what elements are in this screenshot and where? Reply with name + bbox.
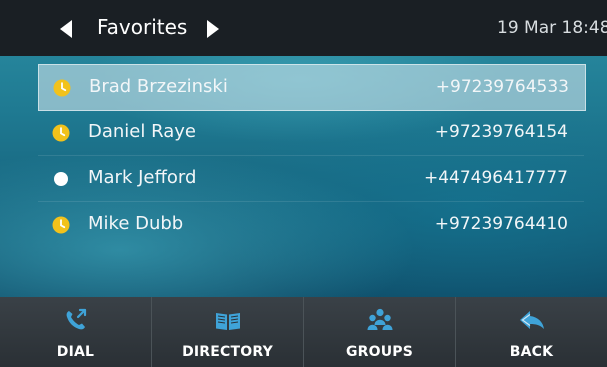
header-bar: Favorites 19 Mar 18:48: [0, 0, 607, 56]
contact-number: +97239764410: [434, 214, 568, 234]
softkey-toolbar: DIAL DIRECTORY GROUPS BACK: [0, 297, 607, 367]
clock-icon: [52, 124, 70, 142]
book-icon: [215, 313, 240, 330]
directory-button[interactable]: DIRECTORY: [152, 297, 304, 367]
clock-icon: [53, 79, 71, 97]
favorite-row[interactable]: Mike Dubb +97239764410: [38, 202, 584, 247]
contact-name: Mike Dubb: [88, 213, 184, 234]
clock-icon: [52, 216, 70, 234]
prev-page-icon[interactable]: [60, 20, 72, 38]
favorite-row[interactable]: Daniel Raye +97239764154: [38, 110, 584, 156]
dial-label: DIAL: [56, 344, 95, 360]
people-icon: [367, 308, 392, 330]
groups-button[interactable]: GROUPS: [304, 297, 456, 367]
contact-number: +97239764154: [434, 122, 568, 142]
favorite-row[interactable]: Brad Brzezinski +97239764533: [38, 64, 586, 111]
directory-label: DIRECTORY: [182, 344, 273, 360]
back-label: BACK: [509, 344, 554, 360]
dial-button[interactable]: DIAL: [0, 297, 152, 367]
phone-screen: Favorites 19 Mar 18:48 Brad Brzezinski +…: [0, 0, 607, 367]
favorite-row[interactable]: Mark Jefford +447496417777: [38, 156, 584, 202]
phone-icon: [66, 308, 86, 330]
groups-label: GROUPS: [345, 344, 414, 360]
date-time: 19 Mar 18:48: [497, 18, 607, 38]
next-page-icon[interactable]: [207, 20, 219, 38]
contact-name: Daniel Raye: [88, 121, 196, 142]
circle-icon: [54, 172, 68, 186]
contact-number: +447496417777: [423, 168, 568, 188]
back-arrow-icon: [519, 311, 544, 329]
favorites-list: Brad Brzezinski +97239764533 Daniel Raye…: [0, 56, 607, 296]
contact-name: Brad Brzezinski: [89, 76, 228, 97]
contact-number: +97239764533: [435, 77, 569, 97]
page-title: Favorites: [97, 15, 188, 39]
contact-name: Mark Jefford: [88, 167, 197, 188]
back-button[interactable]: BACK: [456, 297, 607, 367]
